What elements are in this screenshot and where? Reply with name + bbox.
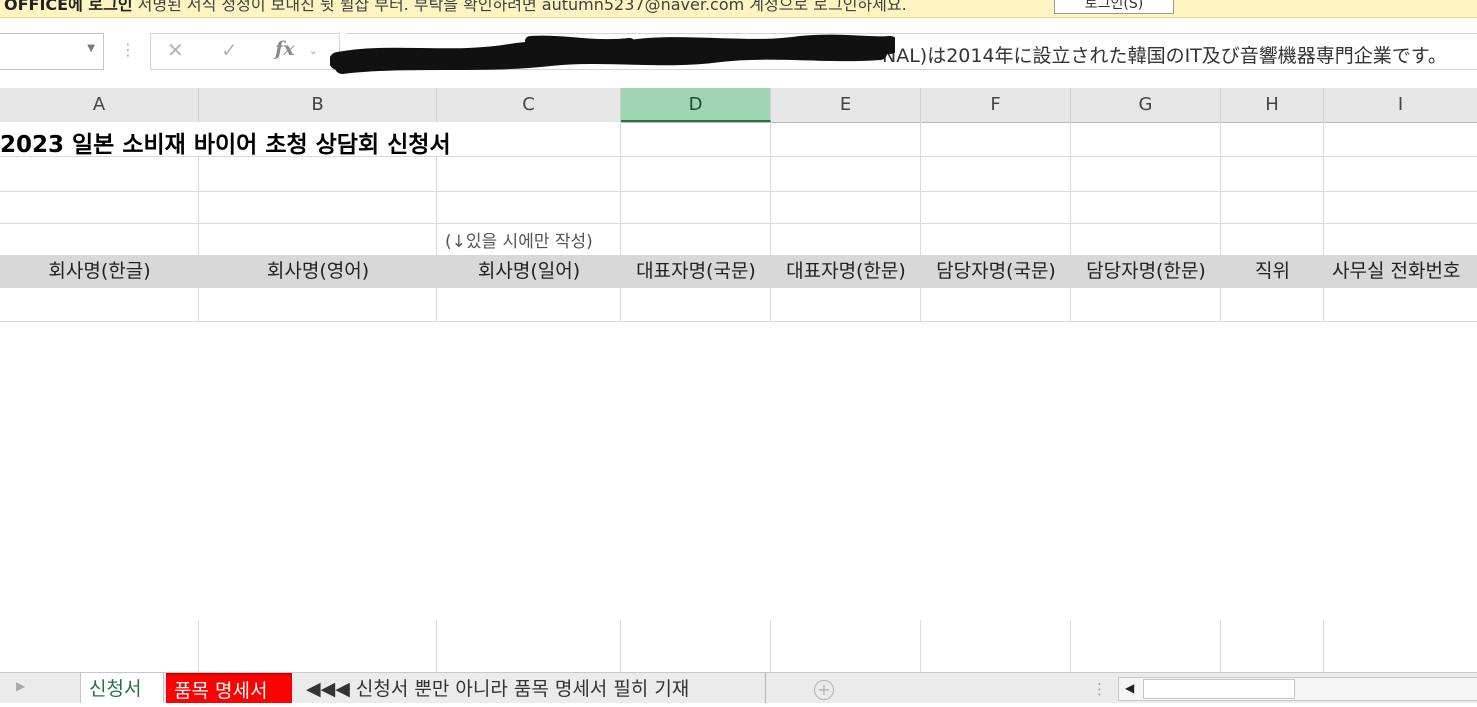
- header-cell-company-kr[interactable]: 회사명(한글): [0, 255, 199, 288]
- scroll-left-icon[interactable]: ◀: [1125, 681, 1134, 695]
- sheet-title: 2023 일본 소비재 바이어 초청 상담회 신청서: [0, 132, 451, 158]
- header-cell-office-phone[interactable]: 사무실 전화번호: [1324, 255, 1477, 288]
- notification-text: OFFICE에 로그인 서명된 서식 정정이 보내진 뒷 뮐샵 부터. 부탁을 …: [4, 0, 907, 14]
- notification-bar: OFFICE에 로그인 서명된 서식 정정이 보내진 뒷 뮐샵 부터. 부탁을 …: [0, 0, 1477, 18]
- column-header-c[interactable]: C: [437, 88, 621, 122]
- header-cell-company-jp[interactable]: 회사명(일어): [437, 255, 621, 288]
- empty-sheet-area[interactable]: [0, 322, 1477, 620]
- gridline: [0, 191, 1477, 192]
- column-header-e[interactable]: E: [771, 88, 921, 122]
- insert-function-icon[interactable]: fx: [275, 40, 295, 59]
- formula-buttons: ✕ ✓ fx ⌄: [150, 33, 340, 70]
- column-header-h[interactable]: H: [1221, 88, 1324, 122]
- enter-icon[interactable]: ✓: [221, 40, 238, 60]
- column-headers: A B C D E F G H I: [0, 88, 1477, 123]
- name-box[interactable]: ▼: [0, 33, 104, 70]
- formula-text: NAL)は2014年に設立された韓国のIT及び音響機器専門企業です。: [882, 45, 1447, 67]
- horizontal-scrollbar[interactable]: ◀: [1118, 677, 1477, 701]
- column-header-i[interactable]: I: [1324, 88, 1477, 122]
- header-cell-company-en[interactable]: 회사명(영어): [199, 255, 437, 288]
- column-header-b[interactable]: B: [199, 88, 437, 122]
- tab-scroll-right-icon[interactable]: ▶: [16, 679, 25, 693]
- gridline: [0, 223, 1477, 224]
- cancel-icon[interactable]: ✕: [167, 40, 184, 60]
- column-header-g[interactable]: G: [1071, 88, 1221, 122]
- chevron-down-icon[interactable]: ⌄: [309, 47, 317, 57]
- drag-handle-icon[interactable]: ⋮: [120, 42, 136, 58]
- chevron-down-icon[interactable]: ▼: [87, 43, 95, 54]
- table-header-row: 회사명(한글) 회사명(영어) 회사명(일어) 대표자명(국문) 대표자명(한문…: [0, 255, 1477, 288]
- header-cell-ceo-kr[interactable]: 대표자명(국문): [621, 255, 771, 288]
- redaction-mark: [330, 33, 895, 75]
- sheet-tab-bar: ▶ 신청서 품목 명세서 ◀◀◀ 신청서 뿐만 아니라 품목 명세서 필히 기재…: [0, 672, 1477, 703]
- header-cell-contact-hanja[interactable]: 담당자명(한문): [1071, 255, 1221, 288]
- column-header-f[interactable]: F: [921, 88, 1071, 122]
- scrollbar-thumb[interactable]: [1143, 679, 1295, 699]
- tab-application[interactable]: 신청서: [80, 673, 164, 703]
- add-sheet-icon[interactable]: +: [814, 680, 834, 700]
- tab-notice[interactable]: ◀◀◀ 신청서 뿐만 아니라 품목 명세서 필히 기재: [298, 673, 766, 703]
- login-button[interactable]: 로그인(S): [1054, 0, 1174, 14]
- header-cell-contact-kr[interactable]: 담당자명(국문): [921, 255, 1071, 288]
- spreadsheet-grid[interactable]: 2023 일본 소비재 바이어 초청 상담회 신청서 (↓있을 시에만 작성) …: [0, 122, 1477, 672]
- column-header-a[interactable]: A: [0, 88, 199, 122]
- optional-note: (↓있을 시에만 작성): [445, 232, 593, 252]
- column-header-d[interactable]: D: [621, 88, 771, 122]
- header-cell-ceo-hanja[interactable]: 대표자명(한문): [771, 255, 921, 288]
- header-cell-position[interactable]: 직위: [1221, 255, 1324, 288]
- tab-splitter-icon[interactable]: ⋮: [1092, 680, 1107, 698]
- tab-item-spec[interactable]: 품목 명세서: [166, 673, 292, 703]
